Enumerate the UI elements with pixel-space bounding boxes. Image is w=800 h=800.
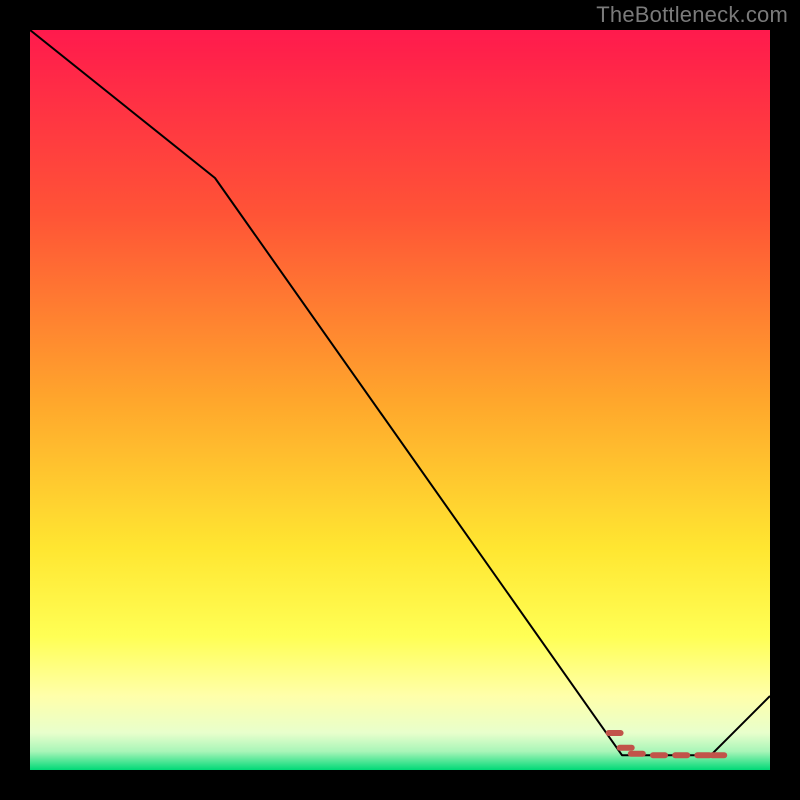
chart-svg xyxy=(30,30,770,770)
attribution-text: TheBottleneck.com xyxy=(596,2,788,28)
gradient-background xyxy=(30,30,770,770)
chart-frame: TheBottleneck.com xyxy=(0,0,800,800)
plot-area xyxy=(30,30,770,770)
